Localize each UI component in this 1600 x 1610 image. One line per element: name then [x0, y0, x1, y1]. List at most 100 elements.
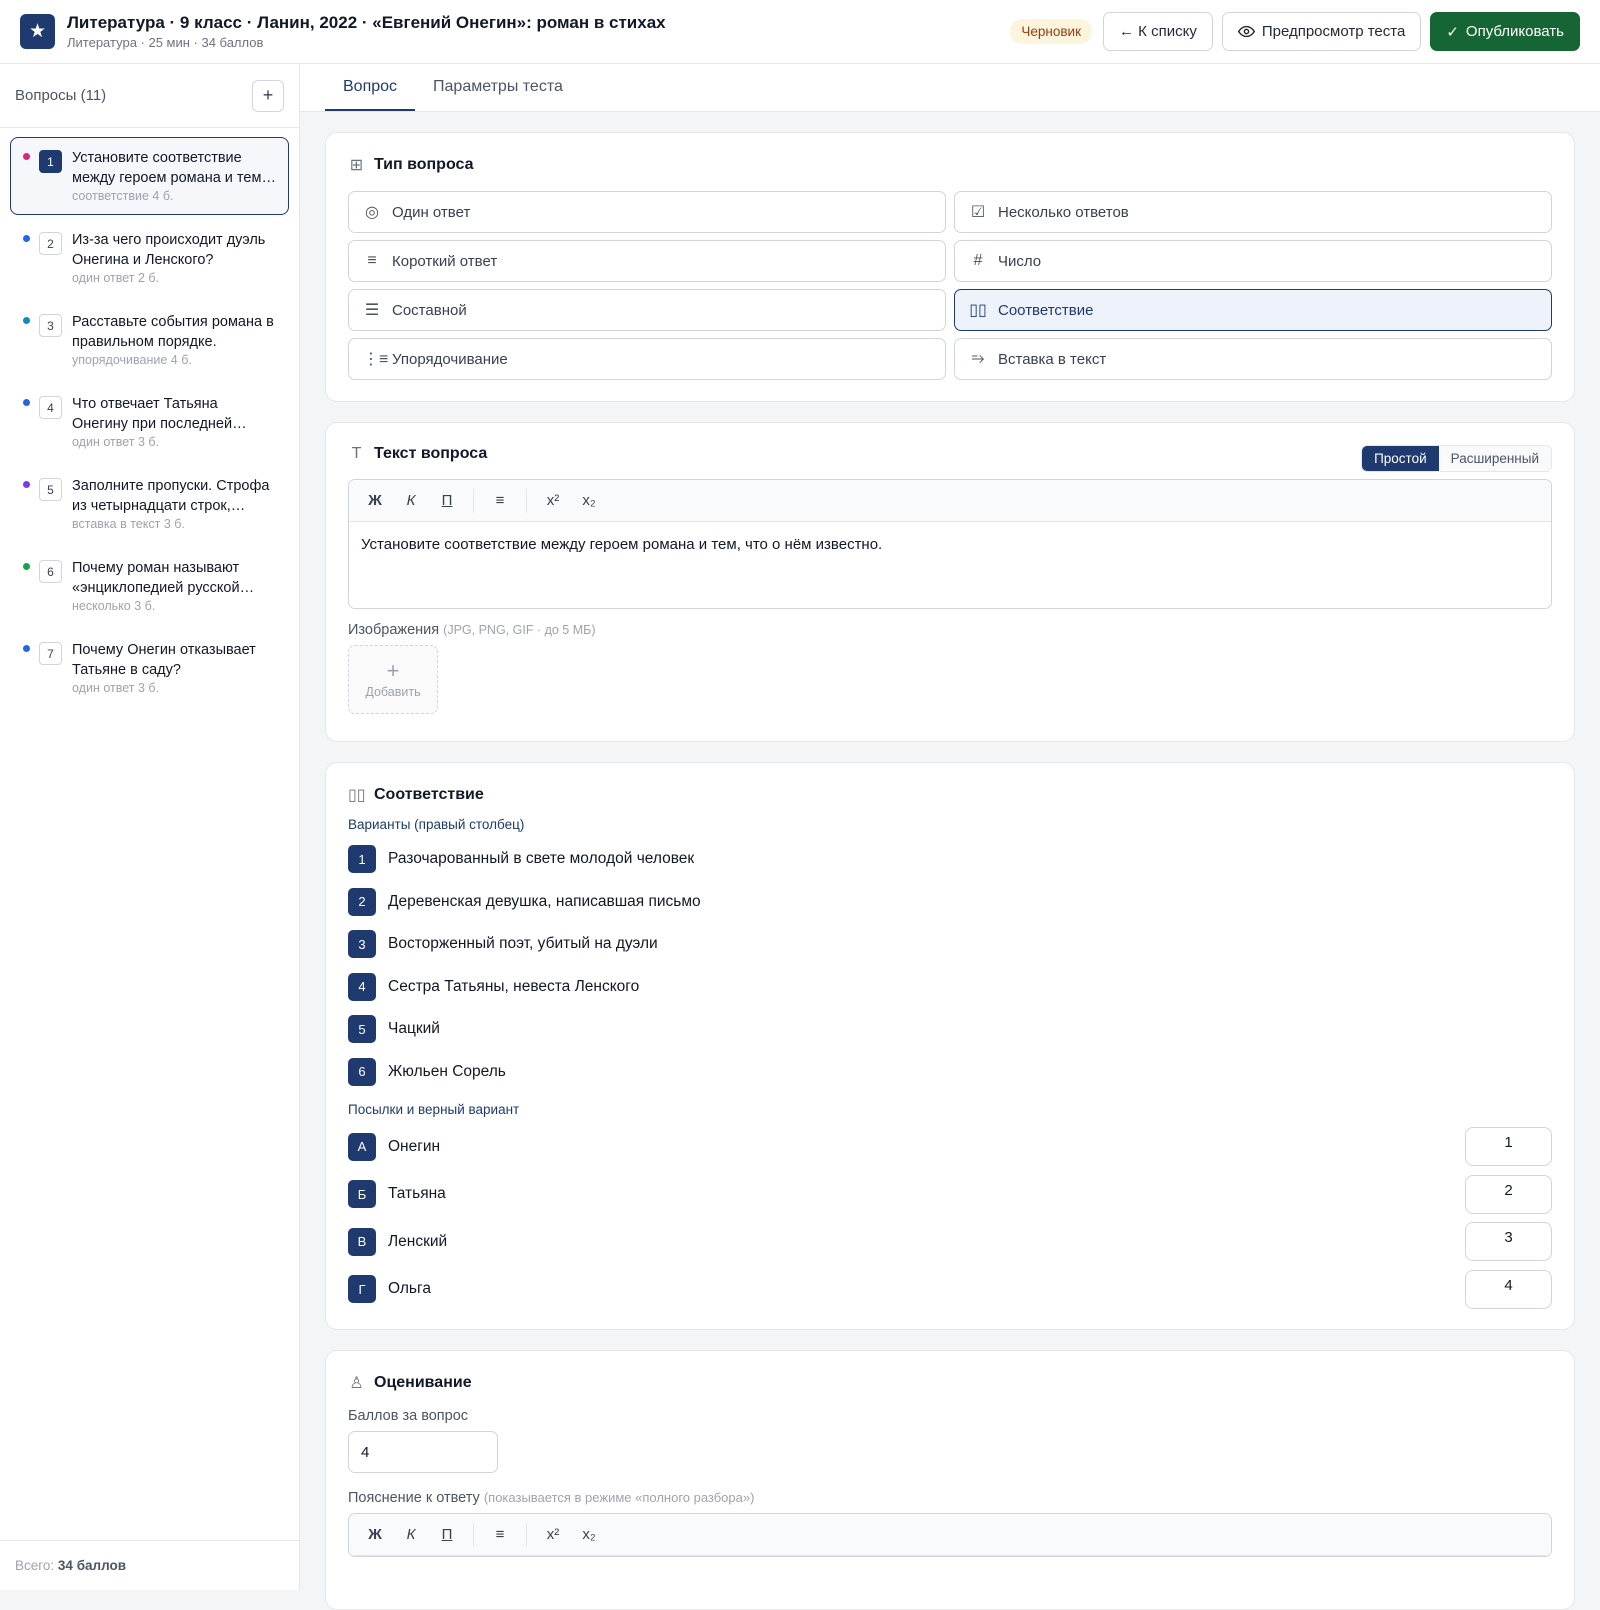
mode-simple[interactable]: Простой: [1362, 446, 1439, 471]
subscript-button[interactable]: x₂: [573, 487, 605, 515]
question-type-option[interactable]: ☰ Составной: [348, 289, 946, 331]
question-type-option[interactable]: # Число: [954, 240, 1552, 282]
tab-question[interactable]: Вопрос: [325, 64, 416, 111]
radio-icon: ◎: [365, 204, 379, 221]
question-type-label: Несколько ответов: [998, 203, 1129, 221]
question-type-label: один ответ: [72, 271, 135, 285]
add-image-label: Добавить: [365, 685, 421, 699]
page-subtitle: Литература · 25 мин · 34 баллов: [67, 35, 264, 50]
superscript-button[interactable]: x²: [537, 1521, 569, 1549]
sidebar-header: Вопросы (11) +: [0, 64, 299, 128]
status-dot: [23, 563, 30, 570]
add-question-button[interactable]: +: [252, 79, 284, 112]
premise-text: Татьяна: [388, 1185, 446, 1203]
back-to-list-button[interactable]: ← К списку: [1103, 12, 1213, 51]
explanation-toolbar: Ж К П ≡ x² x₂: [349, 1514, 1551, 1556]
sidebar-question-item[interactable]: 7 Почему Онегин отказывает Татьяне в саду…: [10, 629, 289, 707]
question-type-option[interactable]: ◎ Один ответ: [348, 191, 946, 233]
question-preview-text: Что отвечает Татьяна Онегину при последн…: [72, 396, 233, 432]
question-type-option[interactable]: ≡ Короткий ответ: [348, 240, 946, 282]
points-label: Баллов за вопрос: [348, 1408, 469, 1424]
matching-option-row: 1 Разочарованный в свете молодой человек: [348, 838, 1552, 881]
sidebar-question-item[interactable]: 5 Заполните пропуски. Строфа из четырнадц…: [10, 465, 289, 543]
matching-option-row: 5 Чацкий: [348, 1008, 1552, 1051]
explanation-label-text: Пояснение к ответу: [348, 1490, 480, 1506]
sidebar-question-item[interactable]: 4 Что отвечает Татьяна Онегину при послед…: [10, 383, 289, 461]
questions-count-label: Вопросы (11): [15, 87, 107, 104]
question-text-input[interactable]: Установите соответствие между героем ром…: [349, 522, 1551, 608]
explanation-editor: Ж К П ≡ x² x₂: [348, 1513, 1552, 1557]
premise-answer-input[interactable]: 3: [1465, 1222, 1552, 1262]
bold-button[interactable]: Ж: [359, 487, 391, 515]
matching-option-row: 3 Восторженный поэт, убитый на дуэли: [348, 923, 1552, 966]
option-key: 2: [348, 887, 376, 916]
matching-premise-row: Б Татьяна 2: [348, 1171, 1552, 1219]
images-hint: (JPG, PNG, GIF · до 5 МБ): [443, 623, 596, 637]
sidebar-footer: Всего: 34 баллов: [0, 1540, 299, 1590]
sidebar-question-item[interactable]: 3 Расставьте события романа в правильном …: [10, 301, 289, 379]
explanation-label: Пояснение к ответу (показывается в режим…: [348, 1490, 1552, 1506]
sidebar-question-item[interactable]: 1 Установите соответствие между героем ро…: [10, 137, 289, 215]
question-type-label: Соответствие: [998, 301, 1094, 319]
list-button[interactable]: ≡: [484, 1521, 516, 1549]
option-key: 6: [348, 1057, 376, 1086]
matching-option-row: 2 Деревенская девушка, написавшая письмо: [348, 881, 1552, 924]
superscript-button[interactable]: x²: [537, 487, 569, 515]
question-type-option[interactable]: ⋮≡ Упорядочивание: [348, 338, 946, 380]
mode-advanced[interactable]: Расширенный: [1438, 446, 1551, 471]
question-type-label: вставка в текст: [72, 517, 161, 531]
sidebar-question-item[interactable]: 2 Из-за чего происходит дуэль Онегина и Л…: [10, 219, 289, 297]
status-dot: [23, 481, 30, 488]
question-type-label: один ответ: [72, 435, 135, 449]
question-list: 1 Установите соответствие между героем ро…: [0, 128, 299, 720]
question-preview-text: Расставьте события романа в правильном п…: [72, 314, 274, 350]
question-type-option[interactable]: ☑ Несколько ответов: [954, 191, 1552, 233]
question-type-label: Короткий ответ: [392, 252, 498, 270]
points-input[interactable]: 4: [348, 1431, 498, 1473]
preview-test-button[interactable]: Предпросмотр теста: [1221, 12, 1422, 51]
top-actions: Черновик ← К списку Предпросмотр теста ✓…: [1010, 12, 1580, 51]
question-number: 5: [39, 478, 62, 501]
tab-test-settings[interactable]: Параметры теста: [415, 64, 581, 111]
premise-key: В: [348, 1227, 376, 1256]
status-badge: Черновик: [1010, 19, 1093, 44]
question-type-option[interactable]: ⥱ Вставка в текст: [954, 338, 1552, 380]
question-type-label: Один ответ: [392, 203, 471, 221]
question-meta: один ответ 2 б.: [72, 271, 276, 285]
premise-key: А: [348, 1132, 376, 1161]
add-image-button[interactable]: + Добавить: [348, 645, 438, 714]
subscript-button[interactable]: x₂: [573, 1521, 605, 1549]
sidebar-question-item[interactable]: 6 Почему роман называют «энциклопедией ру…: [10, 547, 289, 625]
premise-text: Ленский: [388, 1232, 448, 1250]
option-text: Восторженный поэт, убитый на дуэли: [388, 935, 658, 953]
question-type-label: Число: [998, 252, 1042, 270]
publish-button[interactable]: ✓ Опубликовать: [1430, 12, 1580, 51]
list-icon: ☰: [364, 302, 380, 319]
option-text: Чацкий: [388, 1020, 440, 1038]
question-text-card: T Текст вопроса Простой Расширенный Ж К …: [325, 422, 1575, 742]
matching-options: 1 Разочарованный в свете молодой человек 2…: [348, 838, 1552, 1093]
premise-answer-input[interactable]: 2: [1465, 1174, 1552, 1214]
question-preview-text: Из-за чего происходит дуэль Онегина и Ле…: [72, 232, 266, 268]
underline-button[interactable]: П: [431, 1521, 463, 1549]
editor-mode-toggle: Простой Расширенный: [1361, 445, 1552, 472]
bold-button[interactable]: Ж: [359, 1521, 391, 1549]
italic-button[interactable]: К: [395, 487, 427, 515]
status-dot: [23, 317, 30, 324]
underline-button[interactable]: П: [431, 487, 463, 515]
list-button[interactable]: ≡: [484, 487, 516, 515]
premise-answer-input[interactable]: 4: [1465, 1269, 1552, 1309]
toolbar-divider: [473, 1522, 474, 1547]
premise-answer-input[interactable]: 1: [1465, 1127, 1552, 1167]
italic-button[interactable]: К: [395, 1521, 427, 1549]
status-dot: [23, 645, 30, 652]
question-number: 6: [39, 560, 62, 583]
main-area: Вопрос Параметры теста ⊞ Тип вопроса ◎ Оди…: [300, 64, 1600, 1610]
total-prefix: Всего:: [15, 1558, 55, 1573]
question-meta: один ответ 3 б.: [72, 681, 276, 695]
premise-key: Б: [348, 1180, 376, 1209]
question-type-option[interactable]: ▯▯ Соответствие: [954, 289, 1552, 331]
grading-card: ♙ Оценивание Баллов за вопрос 4 Пояснени…: [325, 1350, 1575, 1610]
lines-icon: ≡: [367, 252, 377, 269]
eye-icon: [1237, 25, 1255, 38]
